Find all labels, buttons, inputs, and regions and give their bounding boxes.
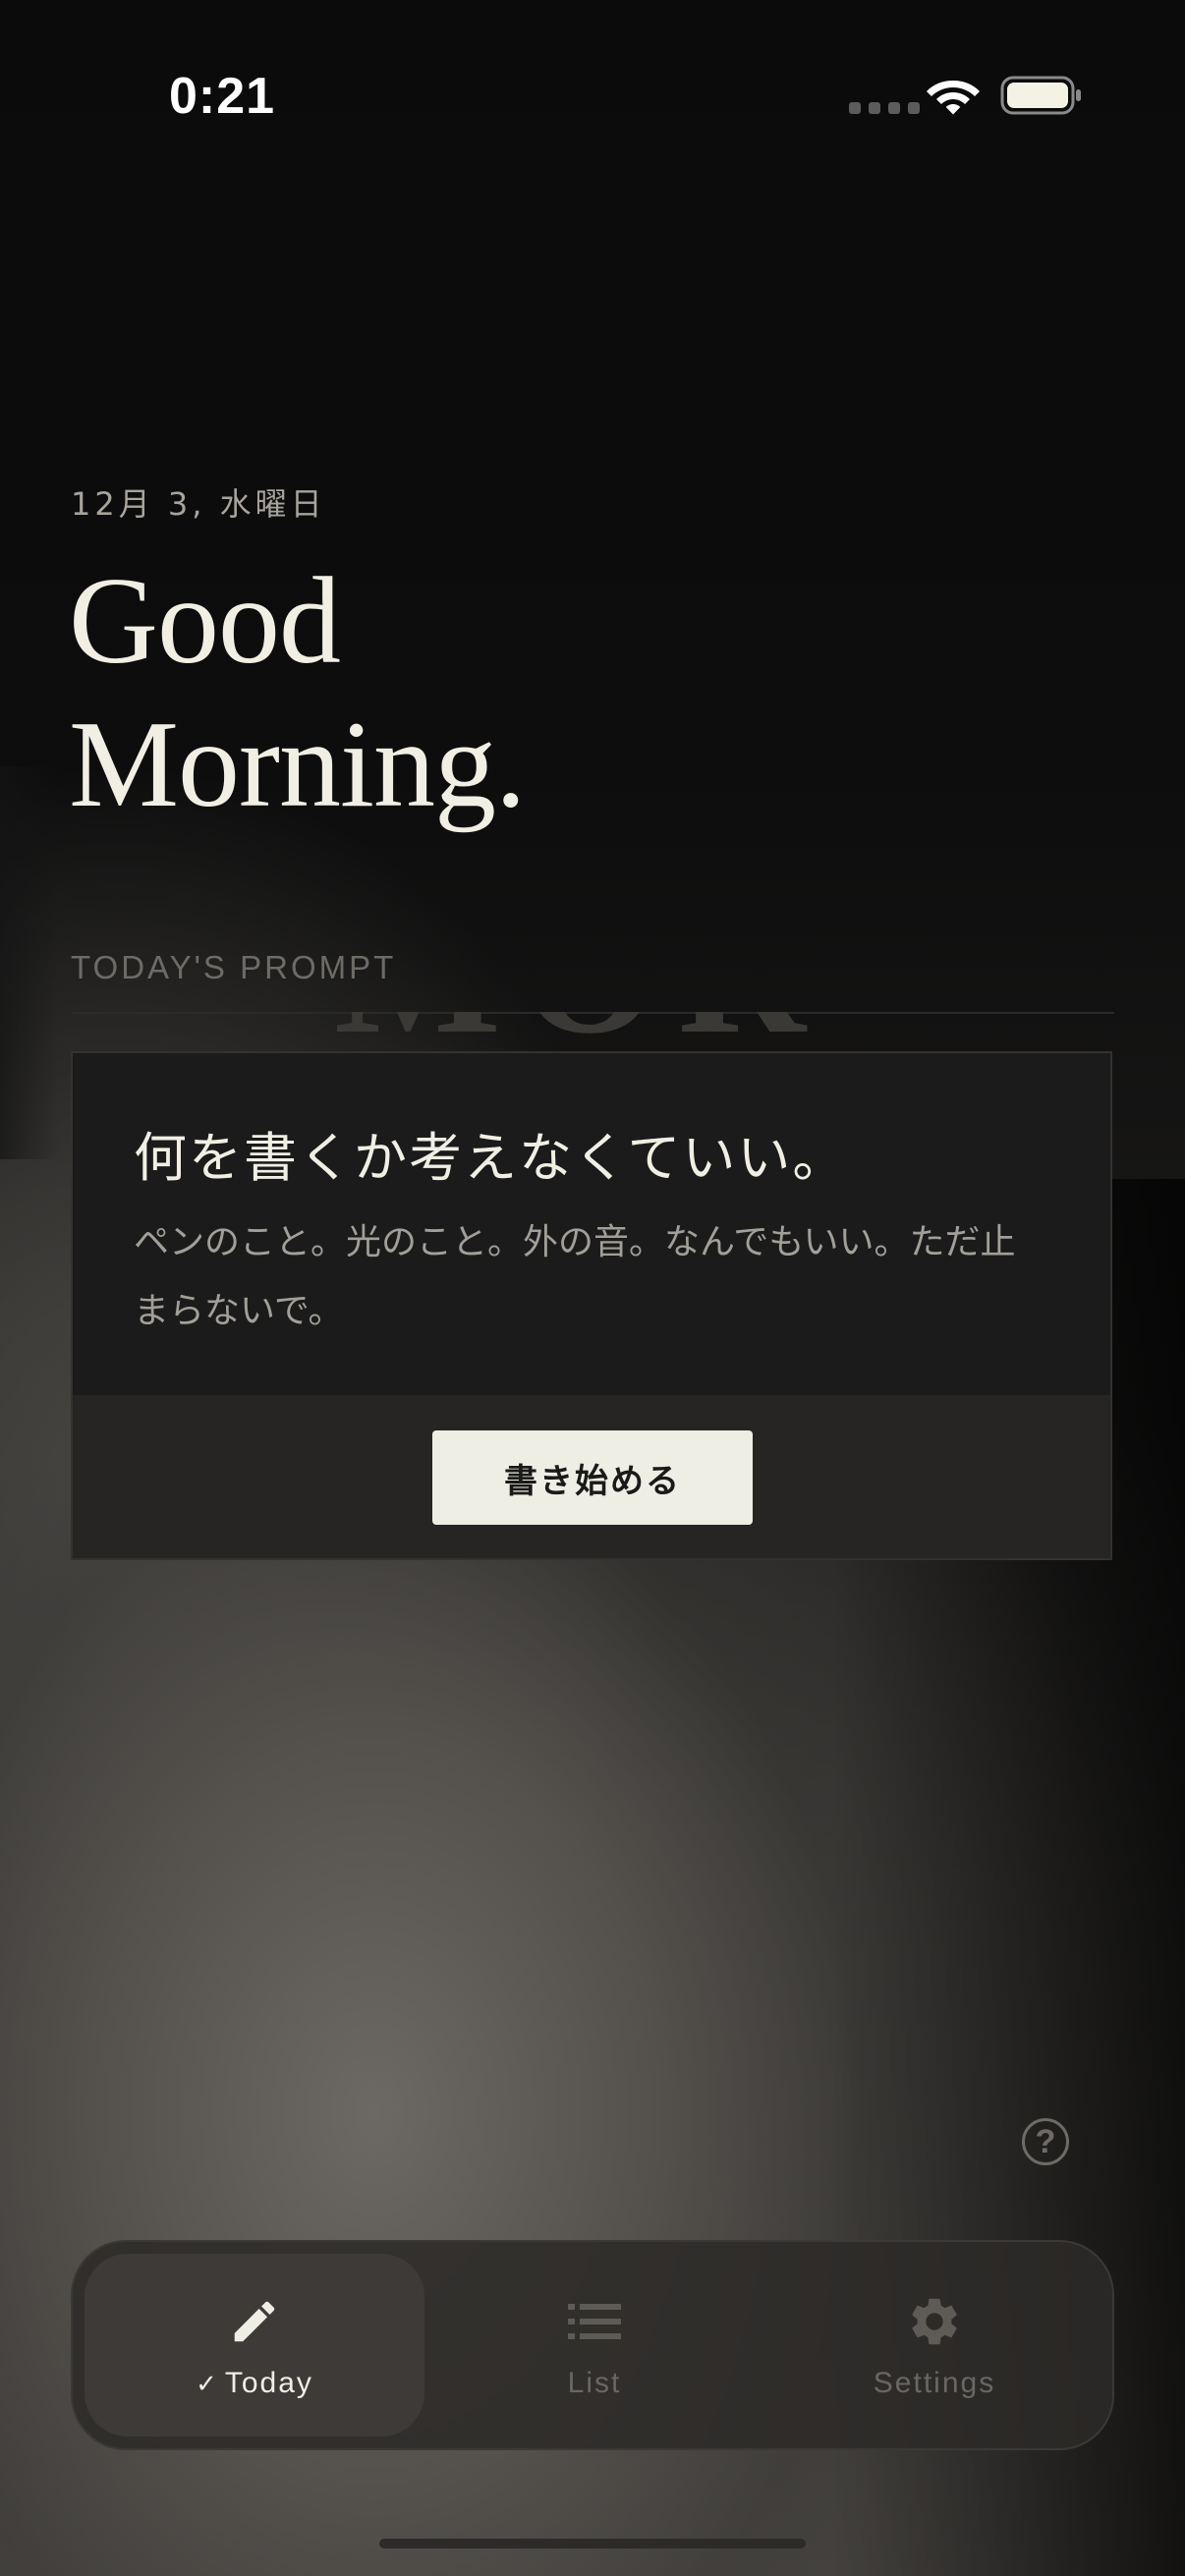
- tab-label-today: Today: [224, 2367, 313, 2399]
- tab-bar: ✓ Today List Settings: [71, 2240, 1114, 2450]
- prompt-card-footer: 書き始める: [73, 1395, 1110, 1558]
- wifi-icon: [926, 75, 981, 120]
- prompt-card: 何を書くか考えなくていい。 ペンのこと。光のこと。外の音。なんでもいい。ただ止ま…: [71, 1051, 1112, 1560]
- help-icon[interactable]: ?: [1022, 2118, 1069, 2165]
- gear-icon: [906, 2290, 963, 2353]
- start-writing-button[interactable]: 書き始める: [432, 1430, 753, 1525]
- greeting-title: Good Morning.: [69, 550, 953, 837]
- prompt-section-label: TODAY'S PROMPT: [71, 949, 397, 985]
- pencil-icon: [228, 2290, 281, 2353]
- prompt-body: ペンのこと。光のこと。外の音。なんでもいい。ただ止まらないで。: [134, 1222, 1016, 1331]
- tab-label-list: List: [567, 2367, 622, 2399]
- prompt-title: 何を書くか考えなくていい。: [134, 1127, 848, 1189]
- selected-check-icon: ✓: [196, 2370, 217, 2399]
- tab-label-settings: Settings: [873, 2367, 996, 2399]
- greeting-line-2: Morning.: [69, 697, 526, 833]
- decorative-background-text: MOR: [334, 1012, 825, 1051]
- cellular-signal-icon: [849, 102, 920, 114]
- tab-list[interactable]: List: [424, 2254, 764, 2436]
- greeting-line-1: Good: [69, 553, 341, 690]
- list-icon: [568, 2290, 621, 2353]
- tab-settings[interactable]: Settings: [764, 2254, 1104, 2436]
- battery-icon: [1000, 75, 1083, 120]
- date-label: 12月 3, 水曜日: [71, 485, 326, 523]
- status-time: 0:21: [169, 68, 276, 125]
- background-edge-shadow: [0, 766, 59, 1159]
- home-indicator[interactable]: [379, 2539, 806, 2548]
- tab-today[interactable]: ✓ Today: [85, 2254, 424, 2436]
